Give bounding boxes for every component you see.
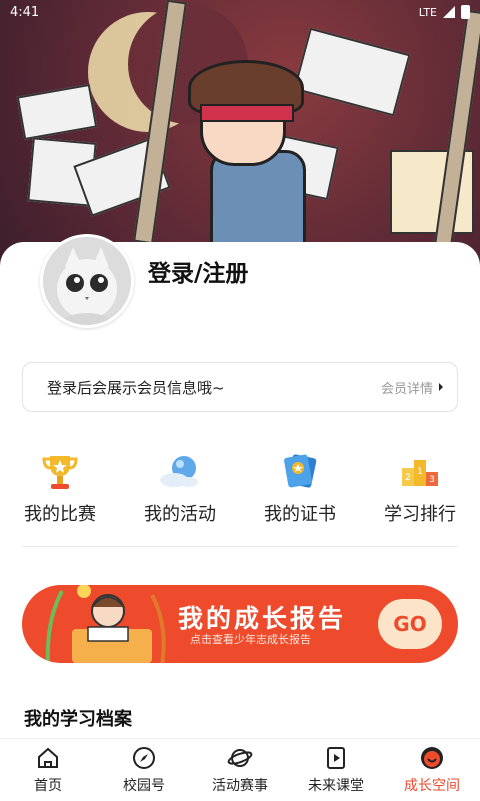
avatar[interactable] [40,234,134,328]
shortcut-label: 我的活动 [144,504,216,525]
nav-label: 首页 [34,778,62,794]
shortcut-study-ranking[interactable]: 1 2 3 学习排行 [360,450,480,526]
podium-icon: 1 2 3 [402,460,438,486]
shortcut-grid: 我的比赛 我的活动 我的证书 1 2 3 学习排行 [0,450,480,526]
nav-events[interactable]: 活动赛事 [192,739,288,801]
shortcut-my-certificates[interactable]: 我的证书 [240,450,360,526]
nav-campus[interactable]: 校园号 [96,739,192,801]
chevron-right-icon [439,383,443,391]
status-bar: 4:41 LTE [0,0,480,24]
svg-text:1: 1 [417,467,423,477]
smile-icon [421,747,443,769]
login-register-link[interactable]: 登录/注册 [148,254,248,288]
moon-illustration [88,4,248,132]
shortcut-my-activities[interactable]: 我的活动 [120,450,240,526]
home-icon [38,747,58,768]
kid-reading-illustration [45,585,166,663]
nav-home[interactable]: 首页 [0,739,96,801]
growth-report-banner[interactable]: 我的成长报告 点击查看少年志成长报告 GO [22,585,458,663]
svg-text:3: 3 [429,475,435,485]
cloud-ball-icon [160,456,198,487]
go-button[interactable]: GO [378,599,442,649]
play-icon [327,747,345,769]
paper-sheet [293,27,411,117]
book-stack [16,83,98,141]
section-title-learning-archive: 我的学习档案 [24,709,132,730]
membership-detail-link[interactable]: 会员详情 [381,378,443,397]
membership-info-box[interactable]: 登录后会展示会员信息哦~ 会员详情 [22,362,458,412]
bottom-nav: 首页 校园号 活动赛事 未来课堂 成长空间 [0,738,480,801]
status-time: 4:41 [10,4,40,20]
nav-label: 成长空间 [404,778,460,794]
banner-subtitle: 点击查看少年志成长报告 [190,633,311,646]
nav-growth-space[interactable]: 成长空间 [384,739,480,801]
compass-icon [133,747,155,769]
planet-icon [227,749,253,767]
cat-avatar-icon [43,237,131,325]
nav-label: 活动赛事 [212,778,268,794]
nav-label: 校园号 [123,778,165,794]
nav-future-classroom[interactable]: 未来课堂 [288,739,384,801]
section-divider [22,546,458,547]
membership-text: 登录后会展示会员信息哦~ [47,378,225,397]
certificate-icon [284,454,317,488]
network-label: LTE [418,5,437,19]
shortcut-label: 我的比赛 [24,504,96,525]
svg-text:2: 2 [405,473,411,483]
signal-icon [443,6,455,18]
shortcut-label: 学习排行 [384,504,456,525]
nav-label: 未来课堂 [308,778,364,794]
boy-headband [200,104,294,122]
membership-detail-label: 会员详情 [380,381,433,397]
shortcut-label: 我的证书 [264,504,336,525]
battery-icon [461,5,470,19]
header-illustration [0,0,480,270]
banner-title: 我的成长报告 [178,604,347,633]
shortcut-my-competitions[interactable]: 我的比赛 [0,450,120,526]
trophy-icon [42,456,78,489]
